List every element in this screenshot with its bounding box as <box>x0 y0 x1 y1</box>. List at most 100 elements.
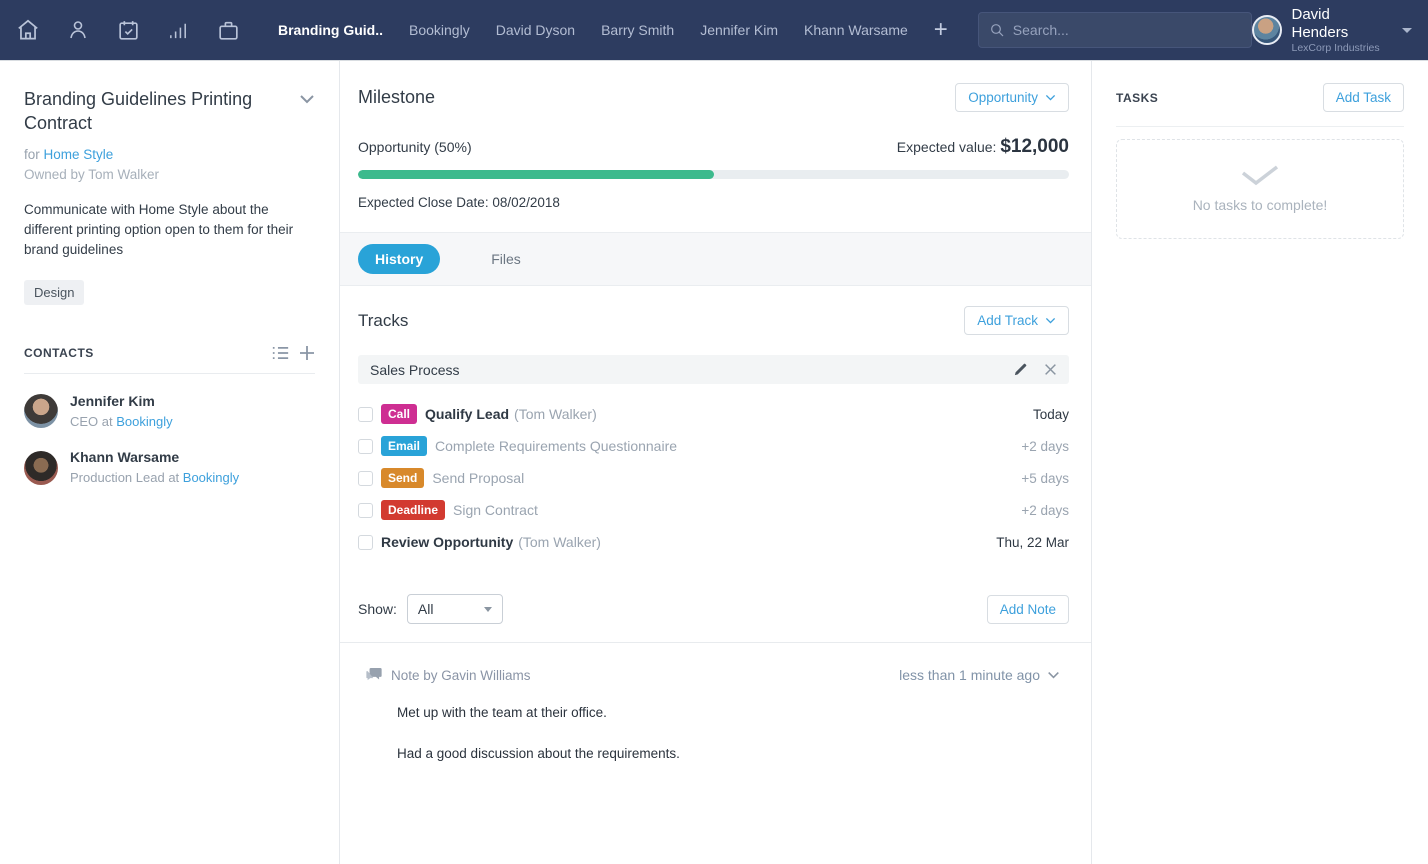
main-content: Milestone Opportunity Opportunity (50%) … <box>340 61 1092 864</box>
contacts-header: CONTACTS <box>24 346 94 360</box>
tracks-section: Tracks Add Track Sales Process Call Qual… <box>340 286 1091 558</box>
tasks-empty-message: No tasks to complete! <box>1193 197 1328 213</box>
task-checkbox[interactable] <box>358 503 373 518</box>
milestone-heading: Milestone <box>358 87 435 108</box>
search-input[interactable] <box>1013 22 1241 38</box>
add-track-button[interactable]: Add Track <box>964 306 1069 335</box>
note-timestamp: less than 1 minute ago <box>899 667 1040 683</box>
remove-track-close-icon[interactable] <box>1044 363 1057 376</box>
home-icon[interactable] <box>14 16 42 44</box>
task-title: Send Proposal <box>432 470 524 486</box>
milestone-section: Milestone Opportunity Opportunity (50%) … <box>340 61 1091 232</box>
contact-row-khann-warsame: Khann Warsame Production Lead at Booking… <box>24 448 315 486</box>
add-task-button[interactable]: Add Task <box>1323 83 1404 112</box>
tracks-heading: Tracks <box>358 311 408 331</box>
note-paragraph: Had a good discussion about the requirem… <box>397 746 1069 761</box>
opportunity-progress-bar <box>358 170 1069 179</box>
task-checkbox[interactable] <box>358 407 373 422</box>
milestone-type-dropdown[interactable]: Opportunity <box>955 83 1069 112</box>
expected-value: $12,000 <box>1000 136 1069 157</box>
search-icon <box>989 22 1005 38</box>
task-due-date: +2 days <box>1021 439 1069 454</box>
contact-row-jennifer-kim: Jennifer Kim CEO at Bookingly <box>24 392 315 430</box>
user-menu[interactable]: David Henders LexCorp Industries <box>1252 6 1413 55</box>
track-task-row: Email Complete Requirements Questionnair… <box>358 430 1069 462</box>
note-timestamp-toggle[interactable]: less than 1 minute ago <box>899 667 1069 683</box>
task-due-date: +5 days <box>1021 471 1069 486</box>
user-company: LexCorp Industries <box>1292 42 1389 55</box>
add-note-label: Add Note <box>1000 602 1056 617</box>
task-checkbox[interactable] <box>358 535 373 550</box>
tab-history[interactable]: History <box>358 244 440 274</box>
tab-files[interactable]: Files <box>474 244 538 274</box>
tasks-divider <box>1116 126 1404 127</box>
add-tab-icon[interactable]: + <box>934 18 948 42</box>
task-title: Qualify Lead <box>425 406 509 422</box>
task-title: Sign Contract <box>453 502 538 518</box>
select-caret-icon <box>484 607 492 612</box>
nav-tab-barry-smith[interactable]: Barry Smith <box>601 22 674 38</box>
expected-value-label: Expected value: <box>897 139 1001 155</box>
note-byline: Note by Gavin Williams <box>391 668 531 683</box>
for-label: for <box>24 147 40 162</box>
contact-name[interactable]: Jennifer Kim <box>70 392 173 411</box>
edit-track-pencil-icon[interactable] <box>1013 362 1028 377</box>
cases-icon[interactable] <box>214 16 242 44</box>
task-assignee: (Tom Walker) <box>518 534 601 550</box>
party-link[interactable]: Home Style <box>44 147 114 162</box>
contacts-divider <box>24 373 315 374</box>
tag-design[interactable]: Design <box>24 280 84 305</box>
track-task-list: Call Qualify Lead (Tom Walker) Today Ema… <box>358 398 1069 558</box>
task-checkbox[interactable] <box>358 439 373 454</box>
task-due-date: +2 days <box>1021 503 1069 518</box>
history-files-tabstrip: History Files <box>340 232 1091 286</box>
stats-icon[interactable] <box>164 16 192 44</box>
task-category-badge: Send <box>381 468 424 488</box>
opportunity-menu-chevron-icon[interactable] <box>299 91 315 109</box>
nav-tab-bookingly[interactable]: Bookingly <box>409 22 470 38</box>
track-task-row: Call Qualify Lead (Tom Walker) Today <box>358 398 1069 430</box>
show-filter-value: All <box>418 601 434 617</box>
add-note-button[interactable]: Add Note <box>987 595 1069 624</box>
show-filter-select[interactable]: All <box>407 594 503 624</box>
task-title: Review Opportunity <box>381 534 513 550</box>
note-entry: Note by Gavin Williams less than 1 minut… <box>340 642 1091 787</box>
user-name: David Henders <box>1292 6 1389 42</box>
contact-list-icon[interactable] <box>272 346 289 360</box>
tasks-empty-state: No tasks to complete! <box>1116 139 1404 239</box>
contact-at-label: at <box>168 470 179 485</box>
task-category-badge: Email <box>381 436 427 456</box>
track-task-row: Send Send Proposal +5 days <box>358 462 1069 494</box>
task-category-badge: Deadline <box>381 500 445 520</box>
user-avatar <box>1252 15 1282 45</box>
task-assignee: (Tom Walker) <box>514 406 597 422</box>
nav-tab-branding-guidelines[interactable]: Branding Guid.. <box>278 22 383 38</box>
contact-company-link[interactable]: Bookingly <box>183 470 239 485</box>
top-navbar: Branding Guid.. Bookingly David Dyson Ba… <box>0 0 1428 60</box>
chevron-down-icon <box>1045 317 1056 324</box>
chevron-down-icon <box>1047 671 1060 679</box>
contact-company-link[interactable]: Bookingly <box>116 414 172 429</box>
milestone-type-label: Opportunity <box>968 90 1038 105</box>
contacts-icon[interactable] <box>64 16 92 44</box>
track-name-bar: Sales Process <box>358 355 1069 384</box>
nav-tab-khann-warsame[interactable]: Khann Warsame <box>804 22 908 38</box>
nav-tab-jennifer-kim[interactable]: Jennifer Kim <box>700 22 778 38</box>
expected-close-date: Expected Close Date: 08/02/2018 <box>358 195 1069 232</box>
note-icon <box>366 668 382 682</box>
nav-tab-david-dyson[interactable]: David Dyson <box>496 22 575 38</box>
add-contact-icon[interactable] <box>299 345 315 361</box>
contact-avatar <box>24 394 58 428</box>
task-checkbox[interactable] <box>358 471 373 486</box>
opportunity-percent-label: Opportunity (50%) <box>358 139 472 155</box>
track-task-row: Review Opportunity (Tom Walker) Thu, 22 … <box>358 526 1069 558</box>
opportunity-progress-fill <box>358 170 714 179</box>
task-due-date: Today <box>1033 407 1069 422</box>
show-label: Show: <box>358 601 397 617</box>
add-task-label: Add Task <box>1336 90 1391 105</box>
add-track-label: Add Track <box>977 313 1038 328</box>
contact-name[interactable]: Khann Warsame <box>70 448 239 467</box>
calendar-icon[interactable] <box>114 16 142 44</box>
nav-icon-group <box>14 16 242 44</box>
owner-label: Owned by Tom Walker <box>24 167 315 182</box>
